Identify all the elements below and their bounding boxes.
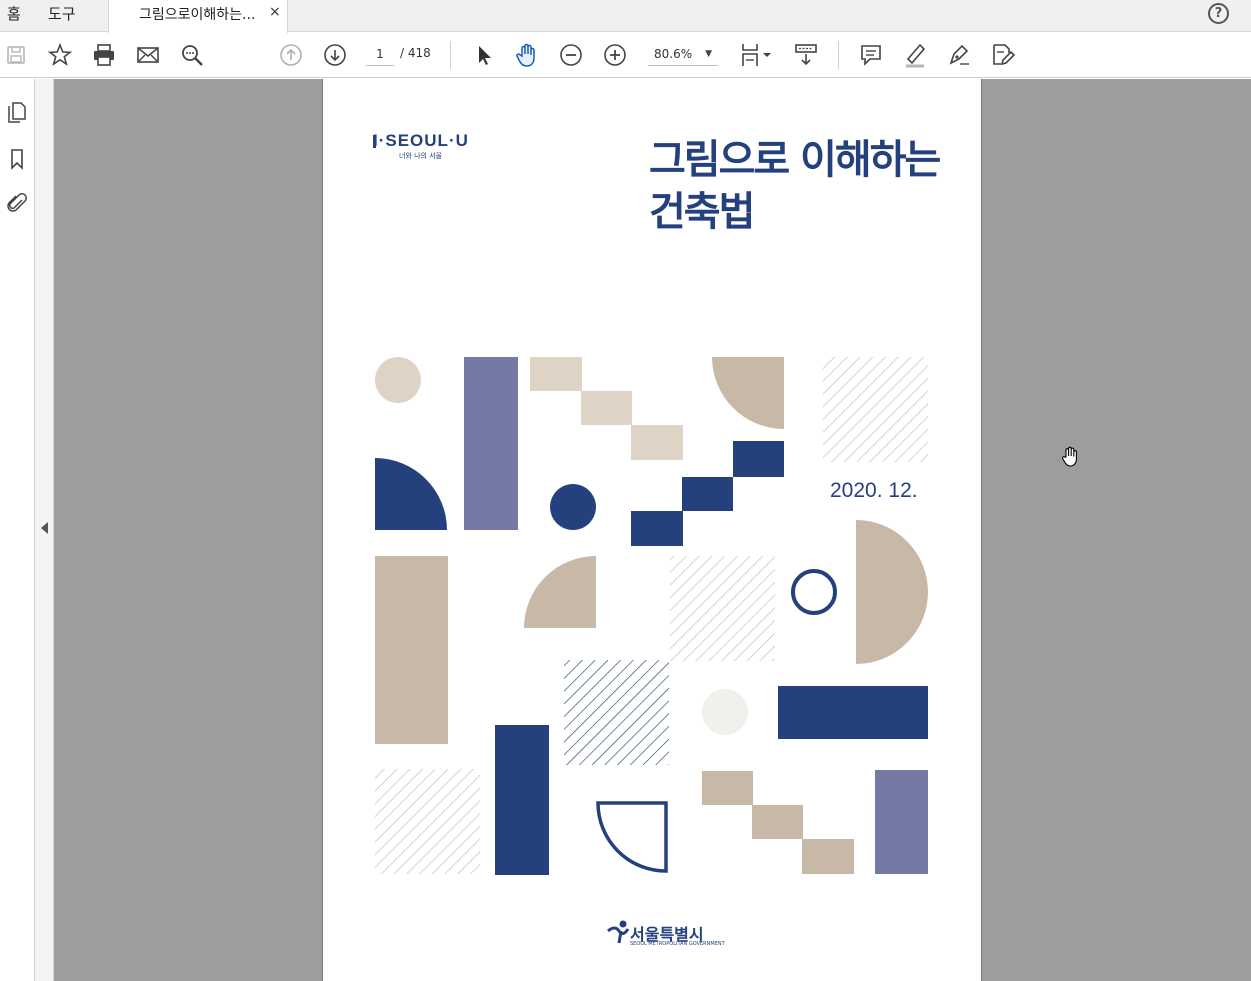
print-icon[interactable] [90,41,118,69]
tab-bar: 홈 도구 그림으로이해하는... × ? [0,0,1251,33]
publisher-english: SEOUL METROPOLITAN GOVERNMENT [630,941,725,947]
collapse-arrow-icon[interactable] [41,522,48,534]
page-thumbnails-icon[interactable] [4,99,30,125]
scroll-mode-icon[interactable] [792,41,820,69]
fill-sign-icon[interactable] [989,41,1017,69]
iseoulu-tagline: 너와 나의 서울 [399,152,443,160]
navigation-panel [0,79,35,981]
page-total-label: / 418 [400,46,431,60]
publication-date: 2020. 12. [830,479,918,502]
tab-home[interactable]: 홈 [7,0,21,32]
comment-icon[interactable] [857,41,885,69]
sign-icon[interactable] [945,41,973,69]
current-page-input[interactable]: 1 [366,44,394,66]
save-icon[interactable] [2,41,30,69]
tab-document-title: 그림으로이해하는... [139,7,256,23]
fit-page-icon[interactable] [738,41,774,69]
highlight-icon[interactable] [901,41,929,69]
attachments-icon[interactable] [4,191,30,217]
cover-title-line2: 건축법 [649,189,755,235]
bookmark-star-icon[interactable] [46,41,74,69]
main-toolbar: 1 / 418 80.6% ▼ [0,33,1251,78]
pdf-page: I·SEOUL·U 너와 나의 서울 그림으로 이해하는 건축법 2020. 1… [322,79,982,981]
search-icon[interactable] [178,41,206,69]
hand-cursor-icon [1060,446,1080,472]
chevron-down-icon: ▼ [705,49,712,59]
email-icon[interactable] [134,41,162,69]
bookmarks-icon[interactable] [4,146,30,172]
toolbar-divider [450,41,451,69]
iseoulu-logo: I·SEOUL·U [373,131,469,150]
toolbar-divider [838,41,839,69]
page-up-icon[interactable] [277,41,305,69]
zoom-level-select[interactable]: 80.6% ▼ [648,44,718,66]
panel-collapse-strip[interactable] [35,79,54,981]
page-down-icon[interactable] [321,41,349,69]
zoom-level-value: 80.6% [654,47,693,61]
tab-document[interactable]: 그림으로이해하는... × [108,0,288,33]
close-tab-icon[interactable]: × [269,4,281,20]
select-cursor-icon[interactable] [470,41,498,69]
zoom-in-icon[interactable] [601,41,629,69]
cover-title-line1: 그림으로 이해하는 [649,137,941,183]
zoom-out-icon[interactable] [557,41,585,69]
hand-tool-icon[interactable] [513,41,541,69]
tab-tools[interactable]: 도구 [48,0,76,32]
help-icon[interactable]: ? [1208,3,1229,24]
